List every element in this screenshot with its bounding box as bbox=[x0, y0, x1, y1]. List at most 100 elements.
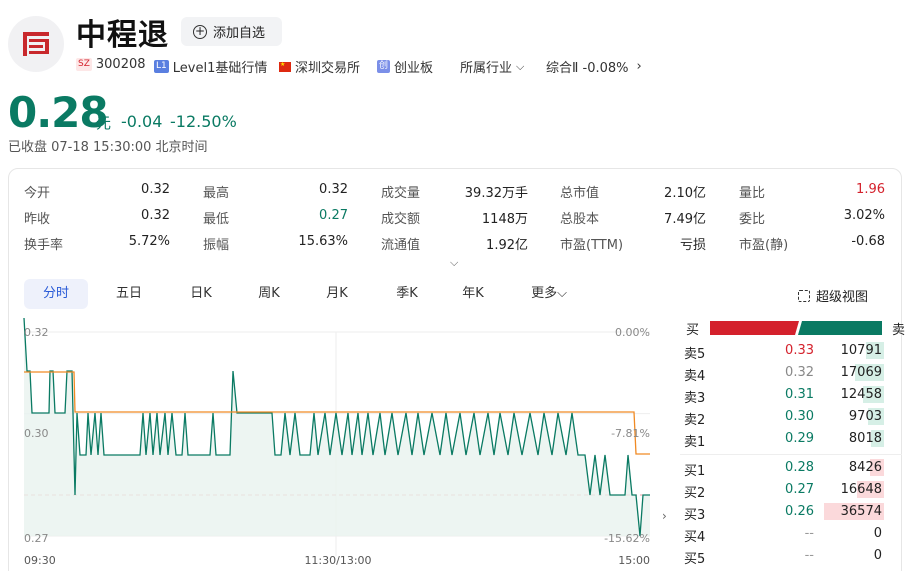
stock-code: SZ 300208 bbox=[76, 57, 146, 72]
stat-value: 7.49亿 bbox=[664, 212, 706, 227]
ask-row: 卖3 0.31 12458 bbox=[684, 384, 884, 406]
tab-5[interactable]: 季K bbox=[380, 279, 434, 309]
y-tick-label: 0.32 bbox=[24, 326, 49, 339]
add-watchlist-button[interactable]: + 添加自选 bbox=[181, 17, 282, 46]
stat-value: 15.63% bbox=[298, 234, 348, 249]
stat-value: 0.32 bbox=[319, 182, 348, 197]
stat-label: 总股本 bbox=[560, 212, 600, 227]
stat-label: 量比 bbox=[739, 186, 766, 201]
chevron-right-icon: › bbox=[636, 59, 642, 74]
bid-volume: 8426 bbox=[848, 460, 882, 475]
stat-value: 亏损 bbox=[679, 238, 706, 253]
pct-tick-label: -7.81% bbox=[611, 427, 650, 440]
industry-link[interactable]: 综合Ⅱ -0.08% › bbox=[546, 57, 642, 76]
level-label: Level1基础行情 bbox=[172, 61, 268, 76]
ask-volume: 8018 bbox=[848, 431, 882, 446]
tab-4[interactable]: 月K bbox=[310, 279, 364, 309]
stat-value: -0.68 bbox=[851, 234, 885, 249]
pct-tick-label: 0.00% bbox=[615, 326, 650, 339]
bid-price: -- bbox=[804, 526, 814, 541]
industry-dropdown[interactable]: 所属行业 ⌵ bbox=[460, 57, 525, 77]
collapse-chevron-icon[interactable]: › bbox=[662, 509, 667, 523]
board-info: 创 创业板 bbox=[377, 57, 433, 76]
bid-row: 买5 -- 0 bbox=[684, 545, 884, 567]
tab-label: 周K bbox=[258, 286, 280, 301]
stat-label: 昨收 bbox=[24, 212, 51, 227]
ask-price: 0.32 bbox=[785, 365, 814, 380]
bid-volume: 16648 bbox=[840, 482, 882, 497]
stat-label: 换手率 bbox=[24, 238, 64, 253]
tab-label: 月K bbox=[326, 286, 348, 301]
stat-label: 流通值 bbox=[381, 238, 421, 253]
bid-row: 买4 -- 0 bbox=[684, 523, 884, 545]
stat-value: 0.27 bbox=[319, 208, 348, 223]
y-tick-label: 0.27 bbox=[24, 532, 49, 545]
ask-row: 卖2 0.30 9703 bbox=[684, 406, 884, 428]
tab-0[interactable]: 分时 bbox=[24, 279, 88, 309]
ask-level-label: 卖4 bbox=[684, 369, 706, 384]
bid-level-label: 买4 bbox=[684, 530, 706, 545]
stat-value: 0.32 bbox=[141, 208, 170, 223]
stat-label: 振幅 bbox=[203, 238, 230, 253]
bid-row: 买3 0.26 36574 bbox=[684, 501, 884, 523]
stat-value: 2.10亿 bbox=[664, 186, 706, 201]
y-tick-label: 0.30 bbox=[24, 427, 49, 440]
china-flag-icon: ★ bbox=[279, 61, 291, 72]
fullscreen-icon bbox=[798, 289, 810, 302]
chevron-down-icon: ⌵ bbox=[557, 286, 567, 301]
level1-info[interactable]: L1 Level1基础行情 bbox=[154, 57, 267, 76]
bid-volume: 36574 bbox=[840, 504, 882, 519]
price-change-pct: -12.50% bbox=[170, 112, 237, 131]
current-price: 0.28 bbox=[8, 88, 109, 137]
pct-tick-label: -15.62% bbox=[604, 532, 650, 545]
price-change: -0.04 bbox=[121, 112, 163, 131]
tab-6[interactable]: 年K bbox=[446, 279, 500, 309]
code-value: 300208 bbox=[95, 57, 146, 72]
level-tag: L1 bbox=[154, 60, 169, 73]
advanced-view-label: 超级视图 bbox=[816, 290, 869, 305]
ask-level-label: 卖1 bbox=[684, 435, 706, 450]
tab-label: 日K bbox=[190, 286, 212, 301]
chevron-down-icon: ⌵ bbox=[516, 59, 525, 73]
stat-value: 3.02% bbox=[843, 208, 885, 223]
ask-price: 0.31 bbox=[785, 387, 814, 402]
stat-value: 39.32万手 bbox=[464, 186, 528, 201]
ask-row: 卖5 0.33 10791 bbox=[684, 340, 884, 362]
ask-level-label: 卖2 bbox=[684, 413, 706, 428]
ask-volume: 10791 bbox=[840, 343, 882, 358]
market-tag: SZ bbox=[76, 58, 92, 71]
x-tick-label: 15:00 bbox=[618, 554, 650, 567]
industry-label: 所属行业 bbox=[460, 61, 513, 76]
bid-level-label: 买1 bbox=[684, 464, 706, 479]
stat-label: 成交量 bbox=[381, 186, 421, 201]
x-tick-label: 09:30 bbox=[24, 554, 56, 567]
bid-volume: 0 bbox=[873, 526, 882, 541]
board-tag: 创 bbox=[377, 60, 391, 73]
ask-price: 0.30 bbox=[785, 409, 814, 424]
tab-label: 季K bbox=[396, 286, 418, 301]
stat-label: 最低 bbox=[203, 212, 230, 227]
advanced-view-button[interactable]: 超级视图 bbox=[798, 286, 868, 305]
ask-volume: 12458 bbox=[840, 387, 882, 402]
stat-value: 0.32 bbox=[141, 182, 170, 197]
tab-2[interactable]: 日K bbox=[174, 279, 228, 309]
tab-label: 更多 bbox=[531, 286, 558, 301]
ask-volume: 9703 bbox=[848, 409, 882, 424]
tab-3[interactable]: 周K bbox=[242, 279, 296, 309]
bid-row: 买1 0.28 8426 bbox=[684, 457, 884, 479]
stock-name: 中程退 bbox=[76, 18, 169, 53]
tab-7[interactable]: 更多⌵ bbox=[518, 279, 580, 309]
tab-1[interactable]: 五日 bbox=[99, 279, 159, 309]
stock-logo bbox=[8, 16, 64, 72]
company-logo-icon bbox=[23, 32, 49, 56]
expand-chevron-icon[interactable]: ⌵ bbox=[450, 256, 458, 270]
ask-level-label: 卖3 bbox=[684, 391, 706, 406]
stat-label: 成交额 bbox=[381, 212, 421, 227]
exchange-info: ★ 深圳交易所 bbox=[279, 57, 360, 76]
ask-row: 卖1 0.29 8018 bbox=[684, 428, 884, 450]
market-status: 已收盘 07-18 15:30:00 北京时间 bbox=[8, 140, 208, 155]
bid-level-label: 买3 bbox=[684, 508, 706, 523]
stat-value: 5.72% bbox=[128, 234, 170, 249]
plus-circle-icon: + bbox=[193, 23, 207, 39]
tab-label: 五日 bbox=[115, 286, 142, 301]
